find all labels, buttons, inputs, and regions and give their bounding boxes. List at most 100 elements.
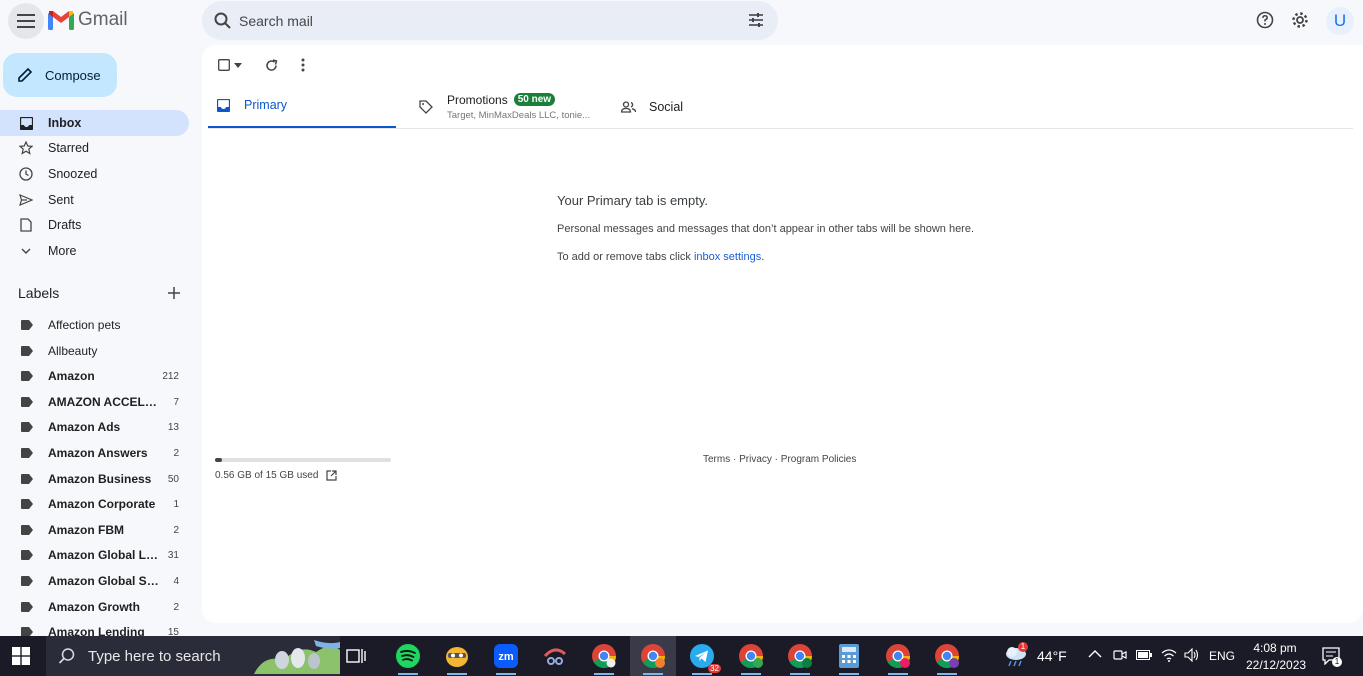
main-menu-button[interactable] [8,3,44,39]
label-item[interactable]: Amazon Ads 13 [0,416,189,438]
empty-state-description: Personal messages and messages that don’… [557,223,975,235]
system-clock[interactable]: 4:08 pm 22/12/2023 [1246,640,1307,674]
battery-tray[interactable] [1136,650,1152,660]
label-name: Affection pets [48,318,121,332]
nav-item-starred[interactable]: Starred [0,135,189,161]
zoom-running-indicator [496,673,516,675]
compose-button[interactable]: Compose [3,53,117,97]
chrome-3-indicator [741,673,761,675]
zoom-app[interactable]: zm [490,640,522,672]
chrome-app-3[interactable] [735,640,767,672]
more-vert-icon [301,58,305,72]
label-count: 2 [173,601,179,613]
label-item[interactable]: Amazon Corporate 1 [0,493,189,515]
storage-info: 0.56 GB of 15 GB used [215,470,338,481]
storage-meter-fill [215,458,222,462]
tab-primary[interactable]: Primary [208,84,396,129]
label-tag-icon [21,550,33,560]
settings-button[interactable] [1286,6,1314,34]
spotify-app[interactable] [392,640,424,672]
open-in-new-icon[interactable] [326,470,338,481]
label-tag-icon [21,346,33,356]
more-options-button[interactable] [295,56,311,74]
label-item[interactable]: Allbeauty [0,340,189,362]
nav-item-sent[interactable]: Sent [0,187,189,213]
nav-item-inbox[interactable]: Inbox [0,110,189,136]
send-icon [19,194,33,206]
label-item[interactable]: Amazon Business 50 [0,468,189,490]
label-item[interactable]: Amazon 212 [0,365,189,387]
footer-links[interactable]: Terms · Privacy · Program Policies [703,454,856,465]
tab-social[interactable]: Social [613,84,813,129]
chrome-1-indicator [594,673,614,675]
chrome-profile-r-icon [935,644,959,669]
gmail-logo[interactable]: Gmail [48,9,128,31]
speaker-icon [1184,648,1199,662]
chrome-app-6[interactable] [931,640,963,672]
svg-text:zm: zm [498,651,514,663]
chrome-icon [592,644,616,669]
meet-now-tray[interactable] [1113,648,1127,662]
pencil-icon [18,67,33,82]
chrome-profile-s-icon [886,644,910,669]
weather-widget[interactable]: 1 [1003,642,1029,668]
refresh-button[interactable] [262,56,280,74]
label-item[interactable]: Amazon Growth 2 [0,596,189,618]
taskbar-search[interactable]: Type here to search [46,636,340,676]
tab-promotions[interactable]: Promotions 50 new Target, MinMaxDeals LL… [410,84,610,129]
label-tag-icon [21,371,33,381]
search-bar[interactable] [202,1,778,40]
task-view-button[interactable] [340,640,372,672]
chrome-app-2-active[interactable] [630,636,676,676]
labels-heading: Labels [18,285,60,301]
nav-item-more[interactable]: More [0,238,189,264]
select-checkbox[interactable] [216,58,232,72]
search-input[interactable] [239,12,719,29]
nav-item-snoozed[interactable]: Snoozed [0,161,189,187]
label-item[interactable]: Amazon Global Lo... 31 [0,544,189,566]
label-tag-icon [21,602,33,612]
label-item[interactable]: Amazon Answers 2 [0,442,189,464]
calculator-app[interactable] [833,640,865,672]
label-item[interactable]: Amazon FBM 2 [0,519,189,541]
chrome-app-1[interactable] [588,640,620,672]
chrome-app-4[interactable] [784,640,816,672]
tag-icon [419,99,433,114]
chrome-profile-l-icon [788,644,812,669]
label-item[interactable]: Amazon Global Sell... 4 [0,570,189,592]
label-count: 212 [162,370,179,382]
app-bird[interactable] [441,640,473,672]
label-item[interactable]: Affection pets [0,314,189,336]
label-name: Amazon Global Sell... [48,574,163,588]
clock-date: 22/12/2023 [1246,658,1307,672]
label-name: Amazon Ads [48,420,121,434]
chrome-app-5[interactable] [882,640,914,672]
support-button[interactable] [1251,6,1279,34]
select-dropdown[interactable] [233,58,243,72]
start-button[interactable] [12,647,30,665]
bird-app-icon [446,647,468,667]
account-avatar[interactable]: U [1326,7,1354,35]
wifi-icon [1161,649,1177,662]
search-icon[interactable] [214,12,231,29]
tabs-divider [208,128,1353,129]
network-tray[interactable] [1161,648,1177,662]
label-name: Amazon Global Lo... [48,548,163,562]
label-tag-icon [21,422,33,432]
label-name: Amazon Answers [48,446,148,460]
label-name: Amazon Growth [48,600,140,614]
label-name: Amazon Corporate [48,497,156,511]
volume-tray[interactable] [1184,648,1200,662]
snipping-app[interactable] [539,640,571,672]
search-options-icon[interactable] [748,12,764,28]
inbox-settings-link[interactable]: inbox settings [694,251,761,263]
empty-state-title: Your Primary tab is empty. [557,193,708,208]
show-hidden-icons[interactable] [1088,649,1102,659]
clock-time: 4:08 pm [1253,641,1297,655]
action-center-button[interactable]: 1 [1322,647,1342,667]
telegram-app[interactable]: 32 [686,640,721,673]
label-item[interactable]: AMAZON ACCELER... 7 [0,391,189,413]
create-label-icon[interactable] [167,286,181,300]
nav-item-drafts[interactable]: Drafts [0,212,189,238]
input-language[interactable]: ENG [1209,649,1235,663]
